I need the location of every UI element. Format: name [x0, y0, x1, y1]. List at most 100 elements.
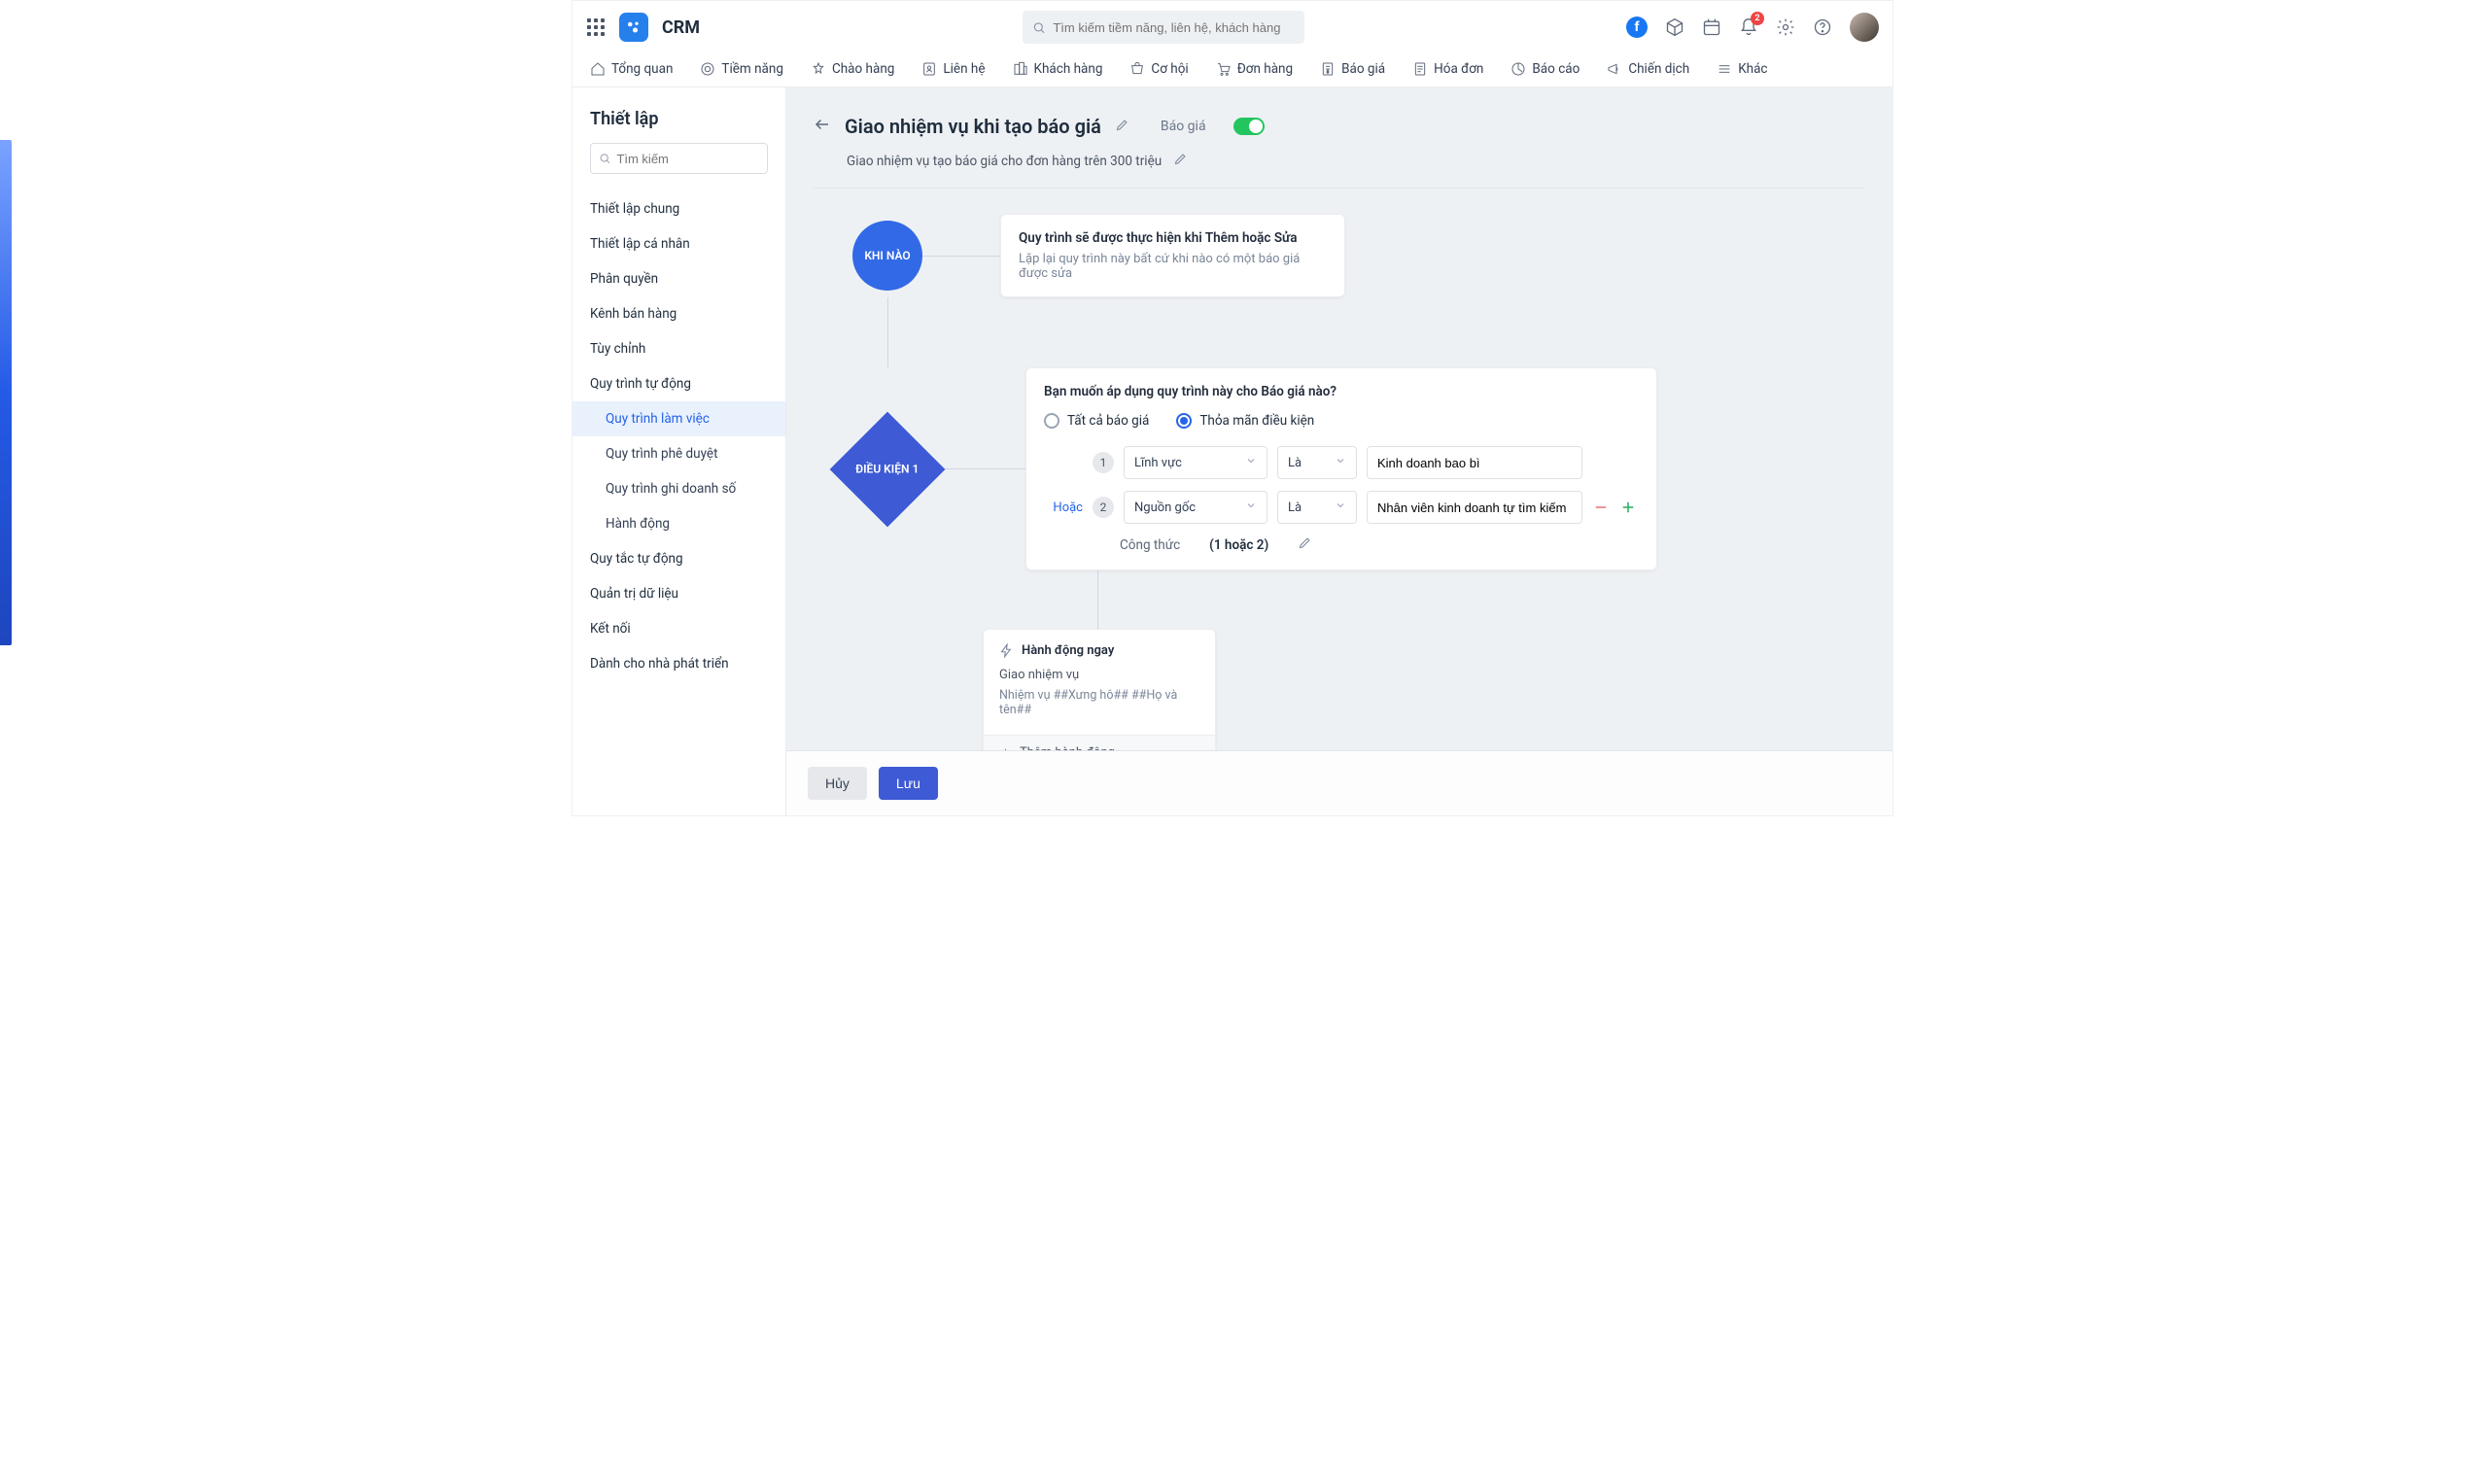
edit-desc-icon[interactable] — [1173, 152, 1188, 170]
global-search-input[interactable] — [1053, 20, 1294, 35]
page-title: Giao nhiệm vụ khi tạo báo giá — [845, 115, 1101, 138]
svg-text:$: $ — [1327, 69, 1330, 74]
bolt-icon — [999, 643, 1014, 658]
when-card-subtitle: Lặp lại quy trình này bất cứ khi nào có … — [1019, 252, 1327, 281]
back-arrow-icon[interactable] — [814, 116, 831, 137]
nav-overview[interactable]: Tổng quan — [590, 61, 673, 77]
when-node[interactable]: KHI NÀO — [852, 221, 922, 291]
nav-contact[interactable]: Liên hệ — [921, 61, 985, 77]
rule-1-operator[interactable]: Là — [1277, 446, 1357, 479]
nav-lead[interactable]: Tiềm năng — [700, 61, 783, 77]
radio-match[interactable]: Thỏa mãn điều kiện — [1176, 413, 1314, 429]
action-card-title: Hành động ngay — [1022, 643, 1114, 658]
bell-icon[interactable]: 2 — [1739, 17, 1758, 37]
app-name: CRM — [662, 17, 700, 38]
when-card-title: Quy trình sẽ được thực hiện khi Thêm hoặ… — [1019, 230, 1327, 246]
plus-icon — [999, 746, 1012, 750]
nav-campaign[interactable]: Chiến dịch — [1607, 61, 1689, 77]
nav-customer[interactable]: Khách hàng — [1013, 61, 1103, 77]
search-icon — [599, 152, 610, 165]
remove-rule-icon[interactable] — [1592, 499, 1610, 516]
global-search[interactable] — [1023, 11, 1304, 44]
formula-value: (1 hoặc 2) — [1209, 537, 1268, 553]
nav-invoice[interactable]: Hóa đơn — [1412, 61, 1483, 77]
main-area: Giao nhiệm vụ khi tạo báo giá Báo giá Gi… — [786, 87, 1892, 815]
gear-icon[interactable] — [1776, 17, 1795, 37]
rule-number: 1 — [1093, 452, 1114, 473]
settings-sidebar: Thiết lập Thiết lập chungThiết lập cá nh… — [573, 87, 786, 815]
main-nav: Tổng quan Tiềm năng Chào hàng Liên hệ Kh… — [573, 53, 1892, 87]
sidebar-item[interactable]: Thiết lập cá nhân — [573, 226, 785, 261]
divider — [814, 188, 1865, 189]
notif-badge: 2 — [1751, 12, 1764, 25]
rule-number: 2 — [1093, 497, 1114, 518]
nav-label: Báo giá — [1341, 61, 1385, 77]
rule-1-value[interactable] — [1367, 446, 1582, 479]
rule-1-field[interactable]: Lĩnh vực — [1124, 446, 1267, 479]
nav-quote[interactable]: $ Báo giá — [1320, 61, 1385, 77]
sidebar-item[interactable]: Kênh bán hàng — [573, 296, 785, 331]
sidebar-item[interactable]: Quản trị dữ liệu — [573, 576, 785, 611]
nav-more[interactable]: Khác — [1717, 61, 1767, 77]
sidebar-item[interactable]: Kết nối — [573, 611, 785, 646]
sidebar-item[interactable]: Thiết lập chung — [573, 191, 785, 226]
action-name: Giao nhiệm vụ — [999, 668, 1199, 682]
nav-label: Khách hàng — [1034, 61, 1103, 77]
user-avatar[interactable] — [1850, 13, 1879, 42]
sidebar-item[interactable]: Tùy chỉnh — [573, 331, 785, 366]
page-description: Giao nhiệm vụ tạo báo giá cho đơn hàng t… — [847, 154, 1162, 169]
nav-opportunity[interactable]: Cơ hội — [1129, 61, 1188, 77]
condition-card: Bạn muốn áp dụng quy trình này cho Báo g… — [1025, 367, 1657, 570]
footer-actions: Hủy Lưu — [786, 750, 1892, 815]
sidebar-search-input[interactable] — [616, 152, 759, 166]
nav-label: Liên hệ — [943, 61, 985, 77]
edit-formula-icon[interactable] — [1298, 535, 1312, 554]
condition-prompt: Bạn muốn áp dụng quy trình này cho Báo g… — [1044, 384, 1639, 399]
edit-title-icon[interactable] — [1115, 118, 1129, 136]
formula-label: Công thức — [1120, 537, 1180, 553]
add-action-button[interactable]: Thêm hành động — [984, 735, 1215, 750]
sidebar-item[interactable]: Quy trình làm việc — [573, 401, 785, 436]
radio-all[interactable]: Tất cả báo giá — [1044, 413, 1149, 429]
search-icon — [1032, 20, 1046, 35]
nav-report[interactable]: Báo cáo — [1510, 61, 1580, 77]
action-template: Nhiệm vụ ##Xưng hô## ##Họ và tên## — [999, 688, 1199, 717]
when-card[interactable]: Quy trình sẽ được thực hiện khi Thêm hoặ… — [1000, 214, 1345, 297]
help-icon[interactable] — [1813, 17, 1832, 37]
sidebar-search[interactable] — [590, 143, 768, 174]
sidebar-item[interactable]: Quy trình ghi doanh số — [573, 471, 785, 506]
page-edge-accent — [0, 140, 12, 645]
nav-offer[interactable]: Chào hàng — [811, 61, 894, 77]
cancel-button[interactable]: Hủy — [808, 767, 867, 800]
apps-grid-icon[interactable] — [586, 17, 606, 37]
rule-2-operator[interactable]: Là — [1277, 491, 1357, 524]
calendar-icon[interactable] — [1702, 17, 1721, 37]
sidebar-item[interactable]: Phân quyền — [573, 261, 785, 296]
condition-node[interactable]: ĐIỀU KIỆN 1 — [830, 411, 946, 527]
rule-2-field[interactable]: Nguồn gốc — [1124, 491, 1267, 524]
nav-label: Chào hàng — [832, 61, 894, 77]
top-bar: CRM f 2 — [573, 1, 1892, 53]
nav-label: Tổng quan — [611, 61, 673, 77]
action-card[interactable]: Hành động ngay Giao nhiệm vụ Nhiệm vụ ##… — [983, 629, 1216, 750]
app-logo-icon — [619, 13, 648, 42]
nav-label: Chiến dịch — [1628, 61, 1689, 77]
add-rule-icon[interactable] — [1619, 499, 1637, 516]
enabled-toggle[interactable] — [1233, 118, 1265, 135]
nav-label: Đơn hàng — [1237, 61, 1293, 77]
sidebar-item[interactable]: Hành động — [573, 506, 785, 541]
sidebar-item[interactable]: Quy trình tự động — [573, 366, 785, 401]
package-icon[interactable] — [1665, 17, 1684, 37]
module-chip: Báo giá — [1161, 119, 1206, 134]
sidebar-item[interactable]: Quy trình phê duyệt — [573, 436, 785, 471]
sidebar-title: Thiết lập — [573, 109, 785, 143]
nav-order[interactable]: Đơn hàng — [1216, 61, 1293, 77]
facebook-icon[interactable]: f — [1626, 17, 1648, 38]
save-button[interactable]: Lưu — [879, 767, 938, 800]
nav-label: Tiềm năng — [721, 61, 783, 77]
nav-label: Hóa đơn — [1434, 61, 1483, 77]
sidebar-item[interactable]: Quy tắc tự động — [573, 541, 785, 576]
sidebar-item[interactable]: Dành cho nhà phát triển — [573, 646, 785, 681]
rule-2-value[interactable] — [1367, 491, 1582, 524]
or-label: Hoặc — [1044, 500, 1083, 515]
